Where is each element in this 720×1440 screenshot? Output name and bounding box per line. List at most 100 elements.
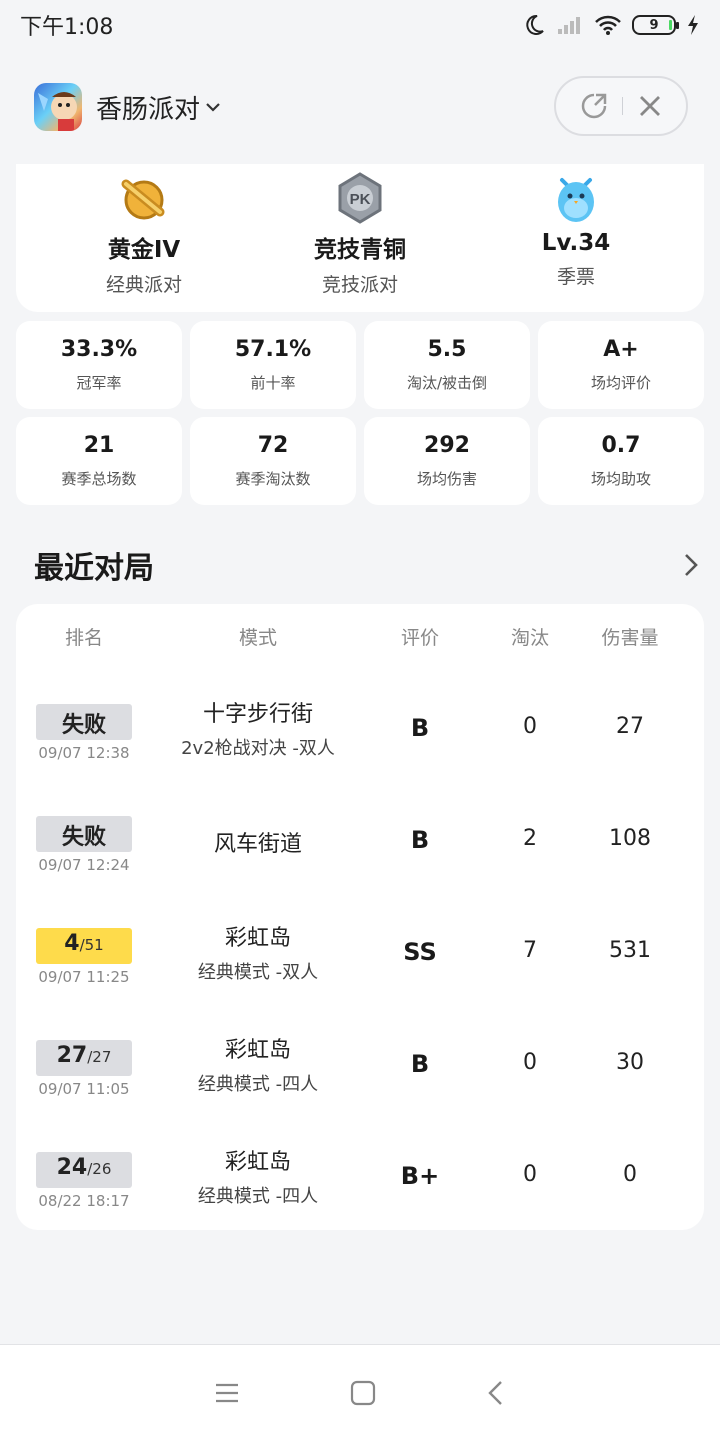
stat-label: 场均伤害 <box>416 470 477 488</box>
stat-value: 0.7 <box>601 433 641 458</box>
close-icon[interactable] <box>637 93 663 119</box>
stat-value: A+ <box>603 337 639 362</box>
status-bar: 下午1:08 9 <box>0 0 720 50</box>
game-damage: 0 <box>623 1162 637 1187</box>
home-icon[interactable] <box>350 1380 376 1406</box>
game-damage: 30 <box>616 1050 644 1075</box>
game-row[interactable]: 24 /26 08/22 18:17 彩虹岛 经典模式 -四人 B+ 0 0 <box>16 1142 704 1254</box>
rank-position: 27 <box>56 1043 88 1068</box>
battery-icon: 9 <box>632 15 679 35</box>
game-eliminations: 0 <box>523 714 537 739</box>
status-time: 下午1:08 <box>20 15 114 40</box>
rank-title: 黄金IV <box>107 237 181 263</box>
stat-cell: 5.5 淘汰/被击倒 <box>364 321 530 409</box>
game-time: 09/07 12:24 <box>38 856 130 874</box>
recent-games-header[interactable]: 最近对局 <box>34 540 702 590</box>
stat-value: 57.1% <box>234 337 312 362</box>
column-header-eliminations: 淘汰 <box>510 627 549 649</box>
game-damage: 531 <box>609 938 651 963</box>
map-name: 十字步行街 <box>202 702 313 727</box>
game-time: 09/07 12:38 <box>38 744 130 762</box>
game-time: 08/22 18:17 <box>38 1192 130 1210</box>
game-row[interactable]: 27 /27 09/07 11:05 彩虹岛 经典模式 -四人 B 0 30 <box>16 1030 704 1142</box>
game-mode: 十字步行街 2v2枪战对决 -双人 <box>146 696 370 760</box>
game-damage: 27 <box>616 714 644 739</box>
stat-label: 前十率 <box>250 374 296 392</box>
back-icon[interactable] <box>486 1379 506 1407</box>
app-logo[interactable] <box>34 83 82 131</box>
wifi-icon <box>595 15 621 35</box>
game-mode: 彩虹岛 经典模式 -四人 <box>146 1144 370 1208</box>
game-mode: 风车街道 <box>146 826 370 858</box>
game-damage: 108 <box>609 826 651 851</box>
game-eliminations: 0 <box>523 1162 537 1187</box>
game-time: 09/07 11:25 <box>38 968 130 986</box>
stat-cell: 72 赛季淘汰数 <box>190 417 356 505</box>
game-mode: 彩虹岛 经典模式 -双人 <box>146 920 370 984</box>
column-header-rank: 排名 <box>64 627 103 649</box>
stat-cell: 0.7 场均助攻 <box>538 417 704 505</box>
rank-total: /27 <box>87 1048 112 1066</box>
mini-program-capsule <box>554 76 688 136</box>
share-icon[interactable] <box>579 91 609 121</box>
rank-badge: 失败 <box>36 816 132 852</box>
game-row[interactable]: 失败 09/07 12:38 十字步行街 2v2枪战对决 -双人 B 0 27 <box>16 694 704 806</box>
moon-icon <box>526 14 544 35</box>
rank-sub: 季票 <box>556 266 595 288</box>
stat-value: 33.3% <box>60 337 138 362</box>
mode-sub: 2v2枪战对决 -双人 <box>181 738 335 759</box>
map-name: 彩虹岛 <box>224 1038 291 1063</box>
signal-icon <box>558 17 580 34</box>
game-rating: B+ <box>400 1162 440 1190</box>
stat-label: 场均助攻 <box>590 470 651 488</box>
app-header: 香肠派对 <box>0 62 720 152</box>
rank-card: 黄金IV 经典派对 PK 竞技青铜 竞技派对 Lv.34 季票 <box>16 164 704 312</box>
stat-cell: A+ 场均评价 <box>538 321 704 409</box>
rank-item-classic[interactable]: 黄金IV 经典派对 <box>44 164 244 312</box>
pk-bronze-icon: PK <box>338 172 382 224</box>
rank-sub: 经典派对 <box>105 274 182 296</box>
chevron-right-icon[interactable] <box>680 552 702 578</box>
game-eliminations: 2 <box>523 826 537 851</box>
game-row[interactable]: 4 /51 09/07 11:25 彩虹岛 经典模式 -双人 SS 7 531 <box>16 918 704 1030</box>
recent-games-card: 排名 模式 评价 淘汰 伤害量 失败 09/07 12:38 十字步行街 2v2… <box>16 604 704 1230</box>
stat-cell: 21 赛季总场数 <box>16 417 182 505</box>
game-rating: B <box>410 1050 430 1078</box>
column-header-mode: 模式 <box>238 627 277 649</box>
rank-title: Lv.34 <box>541 230 611 256</box>
stat-value: 72 <box>257 433 289 458</box>
stat-label: 冠军率 <box>76 374 122 392</box>
capsule-divider <box>622 97 624 115</box>
menu-icon[interactable] <box>214 1381 240 1405</box>
app-title: 香肠派对 <box>96 94 201 125</box>
game-mode: 彩虹岛 经典模式 -四人 <box>146 1032 370 1096</box>
stat-label: 赛季淘汰数 <box>235 470 311 488</box>
chevron-down-icon <box>206 103 220 112</box>
rank-item-season-pass[interactable]: Lv.34 季票 <box>476 164 676 312</box>
game-eliminations: 0 <box>523 1050 537 1075</box>
stat-label: 赛季总场数 <box>61 470 137 488</box>
game-rating: SS <box>403 938 437 966</box>
rank-item-competitive[interactable]: PK 竞技青铜 竞技派对 <box>260 164 460 312</box>
rank-title: 竞技青铜 <box>314 237 406 263</box>
rank-sub: 竞技派对 <box>321 274 398 296</box>
charging-icon <box>688 15 698 35</box>
rank-position: 24 <box>56 1155 88 1180</box>
rank-badge: 失败 <box>36 704 132 740</box>
stat-cell: 292 场均伤害 <box>364 417 530 505</box>
column-header-rating: 评价 <box>400 627 439 649</box>
stat-label: 场均评价 <box>590 374 651 392</box>
season-pass-bird-icon <box>558 178 594 222</box>
game-row[interactable]: 失败 09/07 12:24 风车街道 B 2 108 <box>16 806 704 918</box>
table-header: 排名 模式 评价 淘汰 伤害量 <box>16 622 704 654</box>
stats-grid: 33.3% 冠军率 57.1% 前十率 5.5 淘汰/被击倒 A+ 场均评价 2… <box>16 321 704 505</box>
mode-sub: 经典模式 -四人 <box>197 1074 319 1095</box>
rank-badge: 4 /51 <box>36 928 132 964</box>
app-title-dropdown[interactable]: 香肠派对 <box>96 89 222 126</box>
rank-badge: 24 /26 <box>36 1152 132 1188</box>
map-name: 彩虹岛 <box>224 1150 291 1175</box>
system-nav-bar <box>0 1344 720 1440</box>
rank-position: 失败 <box>61 825 106 850</box>
game-rating: B <box>410 714 430 742</box>
battery-level: 9 <box>649 17 659 33</box>
